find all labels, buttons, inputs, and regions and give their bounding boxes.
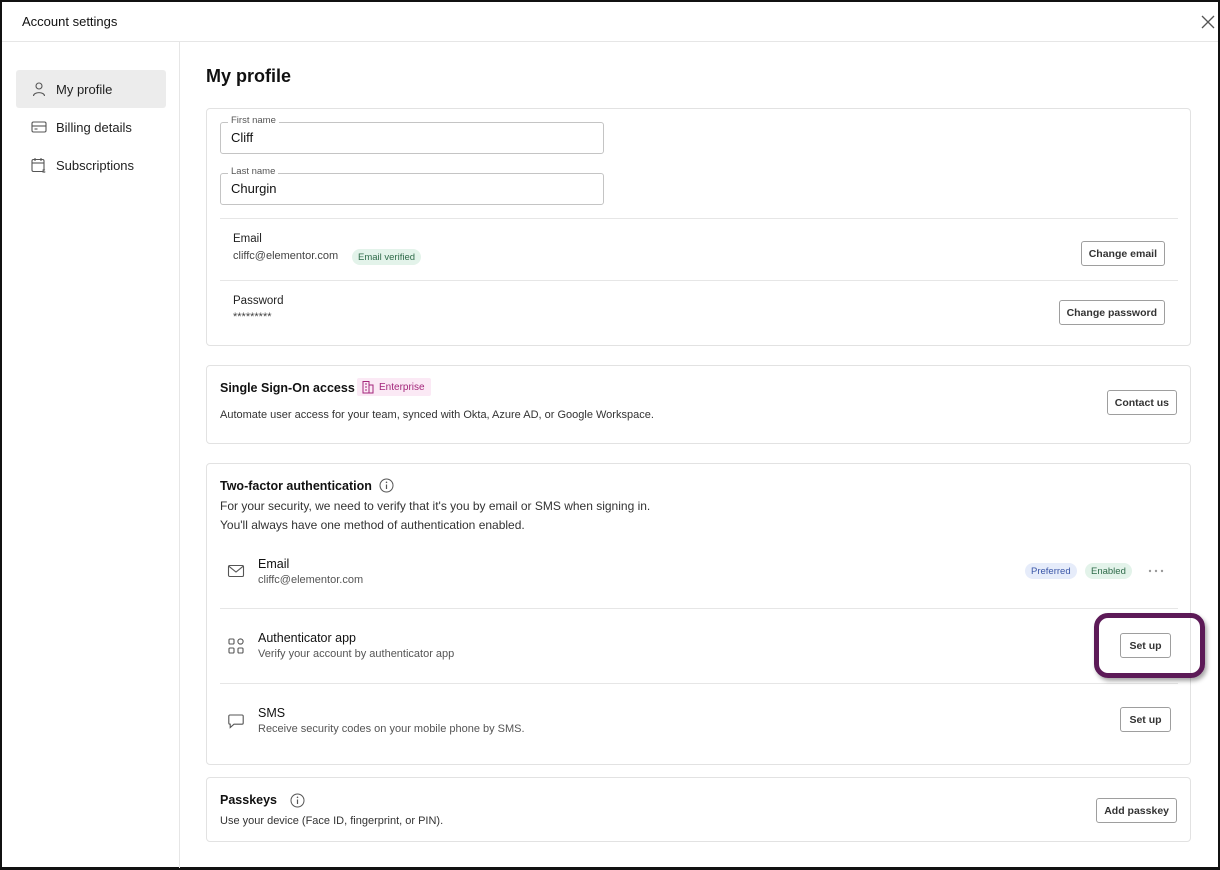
change-email-button[interactable]: Change email — [1080, 241, 1165, 266]
password-label: Password — [233, 295, 284, 307]
sso-title: Single Sign-On access — [220, 381, 355, 395]
info-icon[interactable] — [290, 793, 305, 808]
passkeys-description: Use your device (Face ID, fingerprint, o… — [220, 815, 444, 827]
first-name-field[interactable]: First name — [220, 115, 604, 154]
enabled-badge: Enabled — [1085, 563, 1132, 579]
sidebar-item-label: My profile — [56, 81, 113, 97]
svg-text:$: $ — [42, 168, 46, 173]
last-name-input[interactable] — [231, 181, 591, 196]
close-icon[interactable] — [1200, 14, 1216, 30]
preferred-badge: Preferred — [1025, 563, 1077, 579]
account-settings-window: Account settings My profile Billing deta… — [0, 0, 1220, 870]
sms-method-title: SMS — [258, 706, 286, 720]
passkeys-title: Passkeys — [220, 793, 278, 807]
sso-card: Single Sign-On access Enterprise Automat… — [206, 365, 1191, 444]
add-passkey-button[interactable]: Add passkey — [1096, 798, 1177, 823]
credit-card-icon — [30, 118, 48, 136]
sidebar-item-my-profile[interactable]: My profile — [16, 70, 166, 108]
enterprise-badge: Enterprise — [357, 378, 431, 396]
email-method-title: Email — [258, 557, 290, 571]
two-factor-description-line1: For your security, we need to verify tha… — [220, 499, 651, 513]
authenticator-setup-button[interactable]: Set up — [1120, 633, 1171, 658]
sidebar-item-subscriptions[interactable]: $ Subscriptions — [16, 146, 166, 184]
password-value: ********* — [233, 311, 272, 323]
last-name-field[interactable]: Last name — [220, 166, 604, 205]
two-factor-description-line2: You'll always have one method of authent… — [220, 518, 525, 532]
change-password-button[interactable]: Change password — [1058, 300, 1165, 325]
authenticator-method-title: Authenticator app — [258, 631, 356, 645]
person-icon — [30, 80, 48, 98]
email-value: cliffc@elementor.com — [233, 250, 339, 262]
building-icon — [362, 381, 374, 394]
sidebar-item-label: Billing details — [56, 119, 132, 135]
sidebar-item-billing-details[interactable]: Billing details — [16, 108, 166, 146]
apps-grid-icon — [228, 638, 244, 654]
calendar-dollar-icon: $ — [30, 156, 48, 174]
sms-setup-button[interactable]: Set up — [1120, 707, 1171, 732]
sidebar: My profile Billing details $ Subscriptio… — [2, 42, 180, 868]
first-name-label: First name — [228, 115, 279, 126]
contact-us-button[interactable]: Contact us — [1106, 390, 1177, 415]
sidebar-item-label: Subscriptions — [56, 157, 135, 173]
profile-card: First name Last name Email cliffc@elemen… — [206, 108, 1191, 346]
two-factor-title: Two-factor authentication — [220, 479, 372, 493]
divider — [220, 608, 1178, 609]
window-title: Account settings — [22, 14, 118, 29]
sso-description: Automate user access for your team, sync… — [220, 409, 654, 421]
sms-method-subtitle: Receive security codes on your mobile ph… — [258, 723, 525, 735]
enterprise-badge-label: Enterprise — [379, 381, 425, 393]
divider — [220, 683, 1178, 684]
email-verified-badge: Email verified — [352, 249, 422, 265]
title-bar: Account settings — [2, 2, 1218, 42]
first-name-input[interactable] — [231, 130, 591, 145]
mail-icon — [227, 564, 245, 578]
passkeys-card: Passkeys Use your device (Face ID, finge… — [206, 777, 1191, 842]
more-options-icon[interactable] — [1147, 566, 1165, 576]
info-icon[interactable] — [379, 478, 394, 493]
two-factor-card: Two-factor authentication For your secur… — [206, 463, 1191, 765]
authenticator-method-subtitle: Verify your account by authenticator app — [258, 648, 455, 660]
chat-bubble-icon — [228, 714, 244, 729]
email-label: Email — [233, 233, 262, 245]
main-content: My profile First name Last name Email cl… — [181, 42, 1218, 868]
divider — [220, 218, 1178, 219]
page-title: My profile — [206, 66, 292, 86]
email-method-subtitle: cliffc@elementor.com — [258, 574, 364, 586]
last-name-label: Last name — [228, 166, 279, 177]
divider — [220, 280, 1178, 281]
